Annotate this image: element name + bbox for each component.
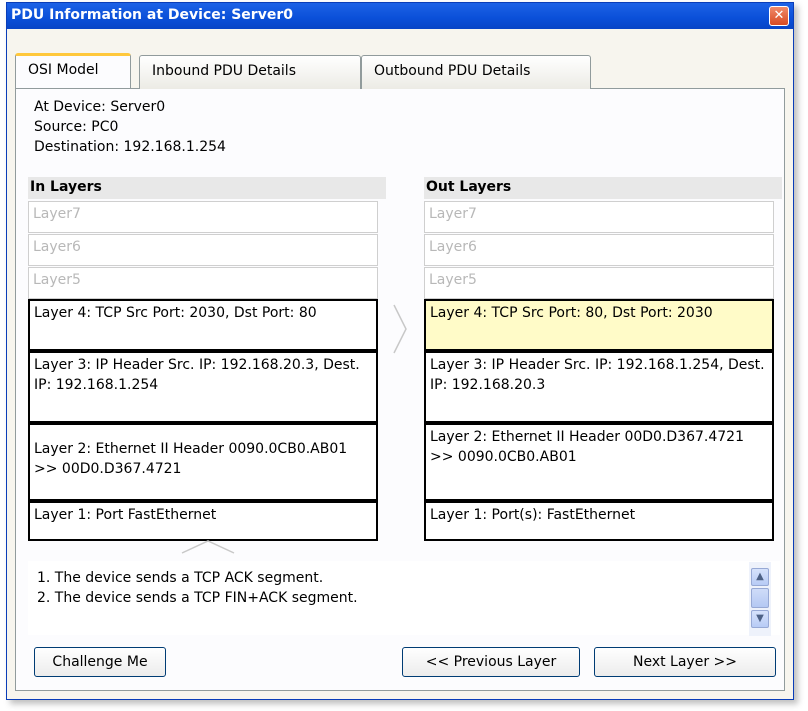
challenge-me-button[interactable]: Challenge Me [34,647,166,677]
in-layer-5: Layer5 [28,267,378,299]
in-layer-1[interactable]: Layer 1: Port FastEthernet [28,501,378,541]
scroll-down-icon[interactable]: ▼ [751,610,769,628]
next-layer-button[interactable]: Next Layer >> [594,647,776,677]
out-layer-7: Layer7 [424,201,774,233]
out-layer-6: Layer6 [424,234,774,266]
out-layer-5: Layer5 [424,267,774,299]
source-text: Source: PC0 [34,119,119,135]
out-layer-1[interactable]: Layer 1: Port(s): FastEthernet [424,501,774,541]
in-layer-7: Layer7 [28,201,378,233]
window-title: PDU Information at Device: Server0 [11,7,293,23]
title-bar[interactable]: PDU Information at Device: Server0 ✕ [7,3,793,29]
description-text: 1. The device sends a TCP ACK segment. 2… [37,568,358,608]
at-device-text: At Device: Server0 [34,99,166,115]
previous-layer-button[interactable]: << Previous Layer [402,647,580,677]
device-info: At Device: Server0 Source: PC0 Destinati… [34,97,226,157]
tab-label: Inbound PDU Details [152,63,296,79]
tab-inbound-pdu-details[interactable]: Inbound PDU Details [139,55,361,89]
out-layer-3[interactable]: Layer 3: IP Header Src. IP: 192.168.1.25… [424,351,774,423]
in-layer-3[interactable]: Layer 3: IP Header Src. IP: 192.168.20.3… [28,351,378,423]
tab-label: OSI Model [28,62,99,78]
description-line: 2. The device sends a TCP FIN+ACK segmen… [37,590,358,606]
tab-label: Outbound PDU Details [374,63,531,79]
arrow-up-icon [181,540,235,554]
tab-osi-model[interactable]: OSI Model [15,53,131,88]
in-layer-6: Layer6 [28,234,378,266]
description-scrollbar[interactable]: ▲ ▼ [749,562,771,636]
out-layers-header: Out Layers [424,177,782,199]
out-layer-4[interactable]: Layer 4: TCP Src Port: 80, Dst Port: 203… [424,299,774,351]
destination-text: Destination: 192.168.1.254 [34,139,226,155]
in-layer-2[interactable]: Layer 2: Ethernet II Header 0090.0CB0.AB… [28,423,378,501]
description-box[interactable]: 1. The device sends a TCP ACK segment. 2… [28,561,780,636]
scroll-up-icon[interactable]: ▲ [751,568,769,586]
scroll-thumb[interactable] [751,588,769,608]
description-line: 1. The device sends a TCP ACK segment. [37,570,324,586]
in-layer-4[interactable]: Layer 4: TCP Src Port: 2030, Dst Port: 8… [28,299,378,351]
in-layers-list: Layer7 Layer6 Layer5 Layer 4: TCP Src Po… [28,201,380,541]
arrow-right-icon [393,304,407,354]
tab-outbound-pdu-details[interactable]: Outbound PDU Details [361,55,591,89]
tab-bar: OSI Model Inbound PDU Details Outbound P… [15,53,785,89]
close-icon[interactable]: ✕ [769,6,789,26]
osi-model-panel: At Device: Server0 Source: PC0 Destinati… [15,89,785,691]
out-layer-2[interactable]: Layer 2: Ethernet II Header 00D0.D367.47… [424,423,774,501]
out-layers-list: Layer7 Layer6 Layer5 Layer 4: TCP Src Po… [424,201,776,541]
pdu-info-window: PDU Information at Device: Server0 ✕ OSI… [6,2,794,700]
in-layers-header: In Layers [28,177,386,199]
